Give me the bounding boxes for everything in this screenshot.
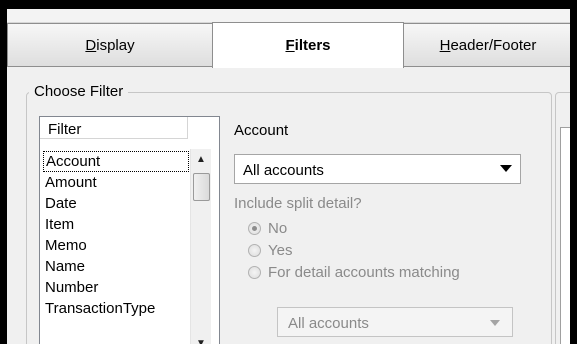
radio-no[interactable]: No [248, 220, 287, 237]
tab-filters[interactable]: Filters [212, 22, 404, 68]
list-item[interactable]: Item [43, 214, 189, 235]
radio-no-label: No [268, 220, 288, 237]
list-item[interactable]: Memo [43, 235, 189, 256]
tab-filters-hotkey: F [285, 37, 295, 54]
list-item[interactable]: Number [43, 277, 189, 298]
report-modify-dialog: Display Filters Header/Footer Choose Fil… [7, 9, 570, 344]
list-item[interactable]: TransactionType [43, 298, 189, 319]
chevron-down-icon [500, 165, 512, 172]
list-item[interactable]: Name [43, 256, 189, 277]
split-detail-label: Include split detail? [234, 195, 362, 212]
list-item[interactable]: Date [43, 193, 189, 214]
list-item[interactable]: Account [43, 151, 189, 172]
tab-display-hotkey: D [85, 36, 97, 54]
matching-account-value: All accounts [288, 315, 369, 332]
scroll-down-icon[interactable]: ▼ [191, 335, 211, 344]
radio-selected-icon [248, 222, 261, 235]
title-strip [7, 9, 570, 23]
filter-list-items: Account Amount Date Item Memo Name Numbe… [43, 151, 189, 319]
current-filters-list[interactable] [560, 127, 570, 344]
choose-filter-label: Choose Filter [29, 83, 129, 100]
tab-header-footer-hotkey: H [439, 36, 451, 54]
scroll-up-icon[interactable]: ▲ [191, 151, 211, 169]
matching-account-select[interactable]: All accounts [277, 307, 513, 337]
radio-matching-label: For detail accounts matching [268, 264, 460, 281]
tab-display-label: isplay [96, 36, 135, 54]
list-item[interactable]: Amount [43, 172, 189, 193]
radio-icon [248, 266, 261, 279]
radio-icon [248, 244, 261, 257]
radio-yes-label: Yes [268, 242, 293, 259]
tab-header-footer[interactable]: Header/Footer [403, 23, 570, 66]
tab-display[interactable]: Display [7, 23, 213, 66]
radio-yes[interactable]: Yes [248, 242, 292, 259]
tab-header-footer-label: eader/Footer [450, 36, 537, 54]
account-select[interactable]: All accounts [234, 154, 521, 184]
filter-list[interactable]: Filter Account Amount Date Item Memo Nam… [39, 116, 220, 344]
account-select-value: All accounts [243, 162, 324, 179]
filter-list-scrollbar[interactable]: ▲ ▼ [190, 149, 211, 344]
filter-list-header: Filter [40, 117, 188, 139]
radio-matching[interactable]: For detail accounts matching [248, 264, 460, 281]
account-label: Account [234, 122, 289, 139]
chevron-down-icon [490, 320, 500, 326]
tab-filters-label: ilters [294, 37, 331, 54]
scroll-thumb[interactable] [193, 173, 210, 201]
